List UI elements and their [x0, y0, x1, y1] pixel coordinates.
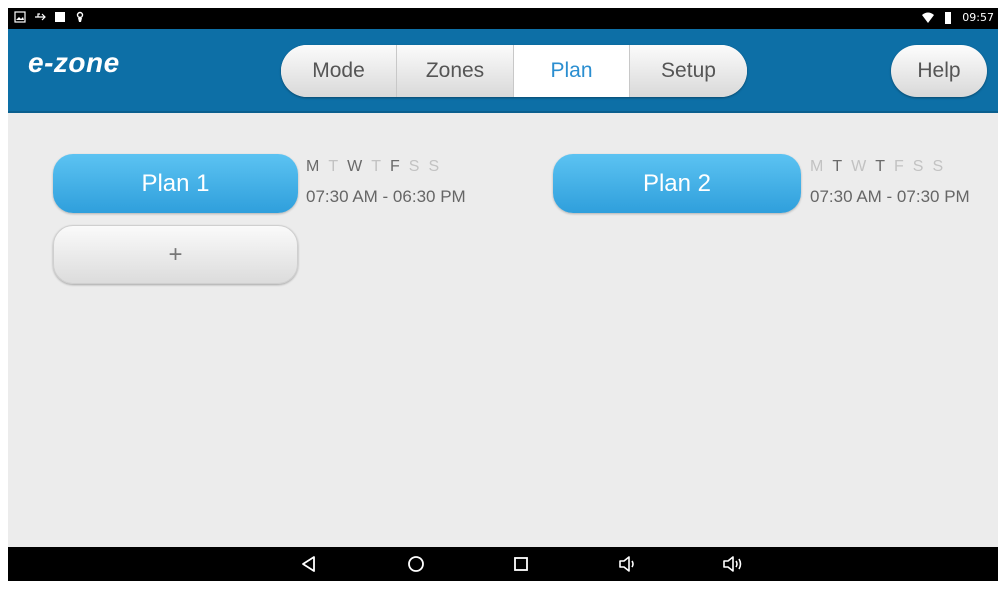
plan-2-hours: 07:30 AM - 07:30 PM — [810, 187, 970, 206]
app-frame: 09:57 e-zone Mode Zones Plan Setup Help … — [8, 8, 998, 581]
tab-zones[interactable]: Zones — [397, 45, 514, 97]
tab-setup[interactable]: Setup — [630, 45, 747, 97]
plan-2-day-fri: F — [894, 158, 904, 175]
plan-1-button[interactable]: Plan 1 — [53, 154, 298, 213]
plan-2-day-sun: S — [932, 158, 944, 175]
plan-2-day-sat: S — [912, 158, 924, 175]
volume-down-icon[interactable] — [618, 554, 638, 574]
plan-2-days: M T W T F S S — [810, 158, 943, 176]
plan-1-day-fri: F — [390, 158, 400, 175]
plan-1-day-thu: T — [371, 158, 381, 175]
plan-2-day-tue: T — [832, 158, 843, 175]
square-icon — [55, 12, 65, 22]
app-logo: e-zone — [28, 47, 120, 78]
plan-2-day-thu: T — [875, 158, 885, 175]
battery-icon — [945, 11, 952, 24]
plan-1-day-tue: T — [328, 158, 339, 175]
tab-mode[interactable]: Mode — [281, 45, 397, 97]
usb-icon — [35, 13, 46, 21]
tab-plan[interactable]: Plan — [514, 45, 630, 97]
status-time: 09:57 — [962, 11, 994, 24]
main-tabs: Mode Zones Plan Setup — [281, 45, 747, 97]
debug-icon — [76, 11, 84, 22]
recents-icon[interactable] — [511, 554, 531, 574]
status-bar: 09:57 — [8, 8, 998, 29]
plan-2-button[interactable]: Plan 2 — [553, 154, 801, 213]
volume-up-icon[interactable] — [723, 554, 743, 574]
help-button[interactable]: Help — [891, 45, 987, 97]
plan-1-days: M T W T F S S — [306, 158, 439, 176]
back-icon[interactable] — [299, 554, 319, 574]
plan-1-day-sun: S — [428, 158, 440, 175]
plan-1-day-mon: M — [306, 158, 320, 175]
plan-1-day-sat: S — [408, 158, 420, 175]
app-header: e-zone Mode Zones Plan Setup Help — [8, 29, 998, 113]
add-plan-button[interactable]: + — [53, 225, 298, 284]
wifi-icon — [922, 12, 935, 23]
home-icon[interactable] — [406, 554, 426, 574]
plan-1-hours: 07:30 AM - 06:30 PM — [306, 187, 466, 206]
plan-2-day-mon: M — [810, 158, 824, 175]
nav-bar — [8, 547, 998, 581]
plan-2-day-wed: W — [851, 158, 867, 175]
plan-1-day-wed: W — [347, 158, 363, 175]
gallery-icon — [14, 11, 26, 23]
